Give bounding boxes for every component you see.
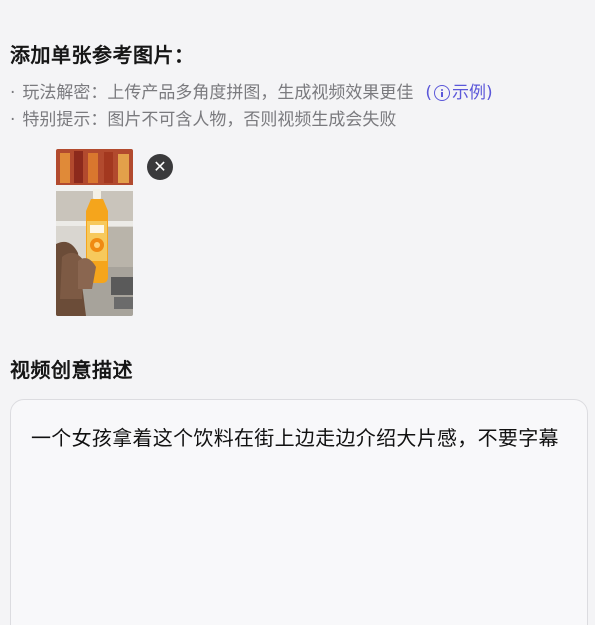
close-icon: ✕ bbox=[153, 157, 167, 176]
tip-row-warning: · 特别提示：图片不可含人物，否则视频生成会失败 bbox=[10, 107, 493, 134]
example-close-paren: ) bbox=[486, 83, 493, 103]
tip-bullet: · bbox=[10, 83, 16, 103]
page: 添加单张参考图片： · 玩法解密：上传产品多角度拼图，生成视频效果更佳 ( 示例) ·… bbox=[0, 0, 595, 625]
description-section-title: 视频创意描述 bbox=[10, 358, 133, 382]
product-photo bbox=[56, 149, 133, 316]
video-idea-textarea[interactable]: 一个女孩拿着这个饮料在街上边走边介绍大片感，不要字幕 bbox=[10, 399, 588, 625]
upload-section-title: 添加单张参考图片： bbox=[10, 43, 195, 67]
info-icon bbox=[434, 85, 451, 101]
uploaded-image-thumbnail[interactable] bbox=[56, 149, 133, 316]
upload-tips: · 玩法解密：上传产品多角度拼图，生成视频效果更佳 ( 示例) · 特别提示：图片不可含… bbox=[10, 80, 493, 134]
example-link-label: 示例 bbox=[452, 83, 487, 103]
tip-row-gameplay: · 玩法解密：上传产品多角度拼图，生成视频效果更佳 ( 示例) bbox=[10, 80, 493, 107]
example-link[interactable]: ( 示例) bbox=[425, 83, 492, 103]
tip-bullet: · bbox=[10, 110, 16, 130]
tip-text-warning: 特别提示：图片不可含人物，否则视频生成会失败 bbox=[22, 110, 397, 130]
example-open-paren: ( bbox=[425, 83, 433, 103]
tip-text-gameplay: 玩法解密：上传产品多角度拼图，生成视频效果更佳 bbox=[22, 83, 414, 103]
remove-image-button[interactable]: ✕ bbox=[147, 154, 173, 180]
